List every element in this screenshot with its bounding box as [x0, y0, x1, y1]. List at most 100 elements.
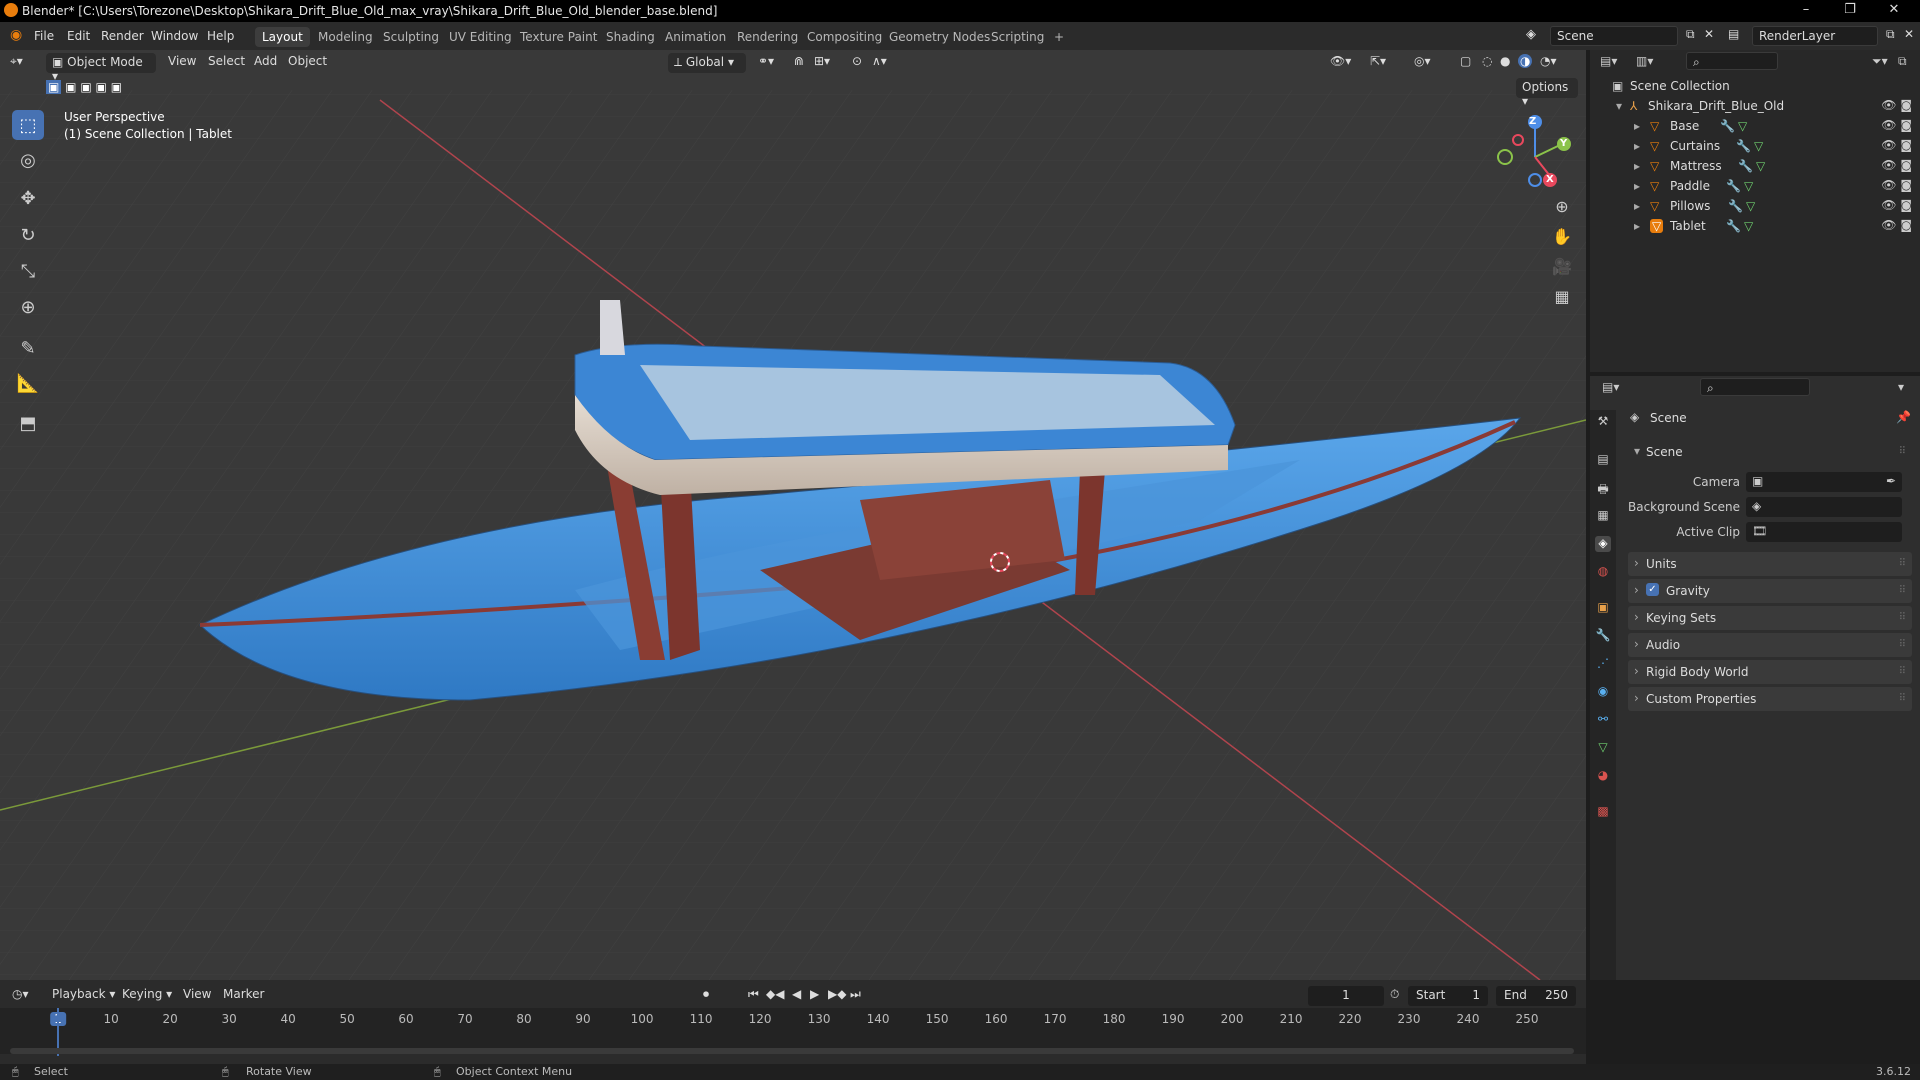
drag-handle-icon[interactable]: ⠿ [1899, 612, 1906, 623]
viewport-menu-view[interactable]: View [168, 54, 196, 68]
timeline-editor-icon[interactable]: ◷▾ [12, 987, 29, 1001]
tab-uv-editing[interactable]: UV Editing [442, 27, 519, 47]
snap-target-icon[interactable]: ⊞▾ [814, 54, 830, 68]
data-tab-icon[interactable]: ▽ [1595, 740, 1611, 756]
delete-view-layer-icon[interactable]: ✕ [1904, 27, 1914, 41]
outliner-row-scene-collection[interactable]: ▣ Scene Collection [1590, 76, 1920, 96]
outliner-display-mode-icon[interactable]: ▥▾ [1636, 54, 1653, 68]
tab-scripting[interactable]: Scripting [984, 27, 1051, 47]
new-view-layer-icon[interactable]: ⧉ [1886, 27, 1895, 42]
chevron-right-icon[interactable]: ▸ [1634, 179, 1640, 193]
constraints-tab-icon[interactable]: ⚯ [1595, 712, 1611, 728]
eyedropper-icon[interactable]: ✒ [1886, 474, 1896, 488]
row-visibility-icons[interactable]: 👁 ◙ [1881, 118, 1912, 132]
select-intersect-icon[interactable]: ▣ [111, 80, 122, 94]
minimize-button[interactable]: – [1788, 2, 1824, 20]
view-layer-tab-icon[interactable]: ▦ [1595, 508, 1611, 524]
play-icon[interactable]: ▶ [810, 987, 819, 1001]
editor-type-icon[interactable]: ⌖▾ [10, 54, 23, 69]
overlays-icon[interactable]: ◎▾ [1414, 54, 1431, 68]
viewport-menu-object[interactable]: Object [288, 54, 327, 68]
camera-field[interactable]: ▣ ✒ [1746, 472, 1902, 492]
row-visibility-icons[interactable]: 👁 ◙ [1881, 178, 1912, 192]
select-box-tool-icon[interactable]: ⬚ [12, 110, 44, 140]
outliner-row-object-active[interactable]: ▸ ▽ Tablet 🔧 ▽ 👁 ◙ [1590, 216, 1920, 236]
menu-render[interactable]: Render [101, 29, 144, 43]
options-dropdown[interactable]: Options ▾ [1516, 78, 1578, 108]
next-keyframe-icon[interactable]: ▶◆ [828, 987, 846, 1001]
outliner-row-object[interactable]: ▸ ▽ Paddle 🔧 ▽ 👁 ◙ [1590, 176, 1920, 196]
properties-editor-icon[interactable]: ▤▾ [1602, 380, 1619, 394]
tab-modeling[interactable]: Modeling [311, 27, 380, 47]
snap-icon[interactable]: ⋒ [794, 54, 804, 68]
current-frame-field[interactable]: 1 [1308, 986, 1384, 1006]
tab-animation[interactable]: Animation [658, 27, 733, 47]
row-visibility-icons[interactable]: 👁 ◙ [1881, 198, 1912, 212]
audio-panel[interactable]: › Audio ⠿ [1628, 633, 1912, 657]
material-shading-icon[interactable]: ◑ [1518, 54, 1533, 68]
menu-window[interactable]: Window [151, 29, 198, 43]
falloff-icon[interactable]: ∧▾ [872, 54, 887, 68]
rigid-body-world-panel[interactable]: › Rigid Body World ⠿ [1628, 660, 1912, 684]
prev-keyframe-icon[interactable]: ◆◀ [766, 987, 784, 1001]
tab-texture-paint[interactable]: Texture Paint [513, 27, 604, 47]
new-collection-icon[interactable]: ⧉ [1898, 54, 1907, 69]
end-frame-field[interactable]: End 250 [1496, 986, 1576, 1006]
timeline-menu-playback[interactable]: Playback ▾ [52, 987, 115, 1001]
rendered-shading-icon[interactable]: ◔▾ [1540, 54, 1557, 68]
new-scene-icon[interactable]: ⧉ [1686, 27, 1695, 42]
pivot-point-icon[interactable]: ⚭▾ [758, 54, 774, 68]
viewport-menu-select[interactable]: Select [208, 54, 245, 68]
close-button[interactable]: ✕ [1876, 2, 1912, 20]
tab-sculpting[interactable]: Sculpting [376, 27, 446, 47]
select-invert-icon[interactable]: ▣ [96, 80, 107, 94]
timeline-menu-view[interactable]: View [183, 987, 211, 1001]
gravity-panel[interactable]: › ✓ Gravity ⠿ [1628, 579, 1912, 603]
timeline-scrollbar[interactable] [10, 1048, 1574, 1054]
jump-start-icon[interactable]: ⏮ [748, 987, 759, 1002]
scene-tab-icon[interactable]: ◈ [1595, 536, 1611, 552]
view-layer-selector[interactable]: RenderLayer [1752, 26, 1878, 46]
outliner-row-collection[interactable]: ▾ ⅄ Shikara_Drift_Blue_Old 👁 ◙ [1590, 96, 1920, 116]
units-panel[interactable]: › Units ⠿ [1628, 552, 1912, 576]
drag-handle-icon[interactable]: ⠿ [1899, 446, 1906, 457]
stopwatch-icon[interactable]: ⏱ [1390, 987, 1399, 1002]
texture-tab-icon[interactable]: ▩ [1595, 804, 1611, 820]
chevron-right-icon[interactable]: ▸ [1634, 199, 1640, 213]
camera-view-icon[interactable]: 🎥 [1547, 252, 1577, 280]
outliner-row-object[interactable]: ▸ ▽ Curtains 🔧 ▽ 👁 ◙ [1590, 136, 1920, 156]
filter-icon[interactable]: ⏷▾ [1872, 54, 1888, 69]
gizmo-toggle-icon[interactable]: ⇱▾ [1370, 54, 1386, 68]
drag-handle-icon[interactable]: ⠿ [1899, 666, 1906, 677]
maximize-button[interactable]: ❐ [1832, 2, 1868, 20]
record-icon[interactable]: ⏺ [703, 987, 709, 1002]
measure-tool-icon[interactable]: 📐 [12, 368, 44, 398]
row-visibility-icons[interactable]: 👁 ◙ [1881, 158, 1912, 172]
proportional-edit-icon[interactable]: ⊙ [852, 54, 862, 68]
row-visibility-icons[interactable]: 👁 ◙ [1881, 218, 1912, 232]
tool-tab-icon[interactable]: ⚒ [1595, 414, 1611, 430]
chevron-down-icon[interactable]: ▾ [1616, 99, 1622, 113]
tab-geometry-nodes[interactable]: Geometry Nodes [882, 27, 997, 47]
background-scene-field[interactable]: ◈ [1746, 497, 1902, 517]
outliner-editor-icon[interactable]: ▤▾ [1600, 54, 1617, 68]
select-mode-icons[interactable]: ▣ ▣ ▣ ▣ ▣ [46, 80, 122, 94]
drag-handle-icon[interactable]: ⠿ [1899, 693, 1906, 704]
output-tab-icon[interactable]: 🖶 [1595, 480, 1611, 496]
outliner-search-input[interactable]: ⌕ [1686, 52, 1778, 70]
start-frame-field[interactable]: Start 1 [1408, 986, 1488, 1006]
modifiers-tab-icon[interactable]: 🔧 [1595, 628, 1611, 644]
drag-handle-icon[interactable]: ⠿ [1899, 585, 1906, 596]
pin-icon[interactable]: 📌 [1896, 410, 1911, 424]
scene-selector[interactable]: Scene [1550, 26, 1678, 46]
add-workspace-button[interactable]: + [1047, 27, 1071, 47]
chevron-right-icon[interactable]: ▸ [1634, 139, 1640, 153]
drag-handle-icon[interactable]: ⠿ [1899, 639, 1906, 650]
cursor-tool-icon[interactable]: ◎ [12, 145, 44, 175]
annotate-tool-icon[interactable]: ✎ [12, 333, 44, 363]
drag-handle-icon[interactable]: ⠿ [1899, 558, 1906, 569]
delete-scene-icon[interactable]: ✕ [1704, 27, 1714, 41]
chevron-right-icon[interactable]: ▸ [1634, 119, 1640, 133]
ortho-grid-icon[interactable]: ▦ [1547, 282, 1577, 310]
blender-menu-icon[interactable]: ◉ [10, 27, 22, 43]
